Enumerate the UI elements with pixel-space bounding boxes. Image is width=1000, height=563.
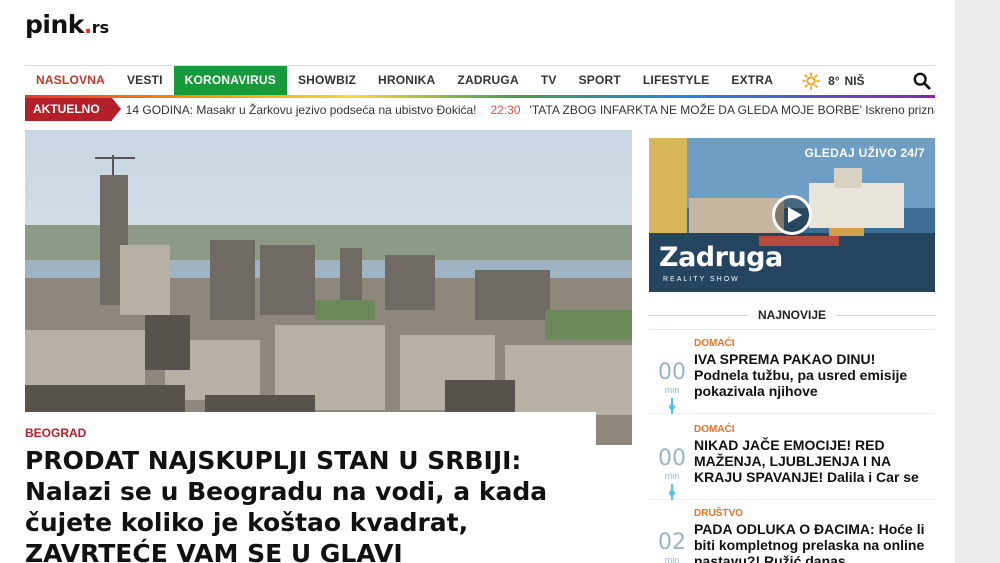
nav-item-lifestyle[interactable]: LIFESTYLE (632, 66, 720, 95)
hero-image[interactable] (25, 130, 632, 445)
nav-item-naslovna[interactable]: NASLOVNA (25, 66, 116, 95)
logo-dot: . (83, 14, 92, 39)
news-unit: min (664, 555, 680, 563)
news-time: 02 min (649, 532, 695, 563)
weather-temperature: 8° (828, 73, 840, 88)
news-minutes: 00 (658, 446, 686, 471)
ticker-item[interactable]: 'TATA ZBOG INFARKTA NE MOŽE DA GLEDA MOJ… (530, 103, 935, 117)
news-time: 00 min (649, 360, 695, 396)
site-logo[interactable]: pink.rs (25, 10, 109, 39)
sun-icon (802, 71, 820, 90)
zadruga-live-banner[interactable]: GLEDAJ UŽIVO 24/7 Zadruga REALITY SHOW (649, 138, 935, 292)
news-ticker: AKTUELNO 14 GODINA: Masakr u Žarkovu jez… (25, 98, 935, 121)
weather-city: NIŠ (844, 73, 865, 88)
latest-header: NAJNOVIJE (649, 300, 935, 330)
timeline-dot (669, 404, 675, 410)
nav-item-extra[interactable]: EXTRA (720, 66, 784, 95)
nav-item-zadruga[interactable]: ZADRUGA (446, 66, 529, 95)
list-item[interactable]: 02 min DRUŠTVO PADA ODLUKA O ĐACIMA: Hoć… (649, 506, 935, 563)
ticker-time: 22:30 (490, 102, 521, 117)
news-title[interactable]: NIKAD JAČE EMOCIJE! RED MAŽENJA, LJUBLJE… (694, 437, 930, 485)
ticker-label: AKTUELNO (25, 98, 121, 121)
nav-item-koronavirus[interactable]: KORONAVIRUS (173, 66, 287, 95)
latest-title: NAJNOVIJE (747, 308, 837, 322)
news-title[interactable]: IVA SPREMA PAKAO DINU! Podnela tužbu, pa… (694, 351, 930, 399)
play-icon[interactable] (772, 195, 812, 235)
hero-headline[interactable]: PRODAT NAJSKUPLJI STAN U SRBIJI: Nalazi … (25, 445, 585, 563)
list-item[interactable]: 00 min DOMAĆI NIKAD JAČE EMOCIJE! RED MA… (649, 422, 935, 500)
live-label: GLEDAJ UŽIVO 24/7 (804, 146, 925, 160)
logo-tld: rs (91, 18, 110, 37)
news-minutes: 00 (658, 360, 686, 385)
news-title[interactable]: PADA ODLUKA O ĐACIMA: Hoće li biti kompl… (694, 521, 930, 563)
timeline-dot (669, 490, 675, 496)
nav-item-vesti[interactable]: VESTI (116, 66, 174, 95)
news-minutes: 02 (658, 530, 686, 555)
news-time: 00 min (649, 446, 695, 482)
weather-widget[interactable]: 8° NIŠ (802, 71, 865, 90)
hero-card[interactable]: BEOGRAD PRODAT NAJSKUPLJI STAN U SRBIJI:… (25, 412, 596, 563)
news-category[interactable]: DOMAĆI (694, 424, 735, 435)
nav-item-sport[interactable]: SPORT (568, 66, 632, 95)
news-unit: min (664, 471, 680, 481)
news-category[interactable]: DOMAĆI (694, 338, 735, 349)
search-icon[interactable] (913, 72, 931, 90)
logo-main: pink (25, 10, 84, 39)
news-unit: min (664, 385, 680, 395)
promo-brand-sub: REALITY SHOW (663, 276, 740, 283)
ticker-item[interactable]: 14 GODINA: Masakr u Žarkovu jezivo podse… (126, 103, 477, 117)
nav-item-showbiz[interactable]: SHOWBIZ (287, 66, 367, 95)
promo-brand: Zadruga (659, 242, 783, 273)
nav-item-hronika[interactable]: HRONIKA (367, 66, 446, 95)
divider (649, 329, 935, 330)
main-nav: NASLOVNA VESTI KORONAVIRUS SHOWBIZ HRONI… (25, 65, 935, 95)
nav-item-tv[interactable]: TV (530, 66, 568, 95)
hero-category[interactable]: BEOGRAD (25, 426, 86, 440)
page: pink.rs NASLOVNA VESTI KORONAVIRUS SHOWB… (0, 0, 955, 563)
news-category[interactable]: DRUŠTVO (694, 508, 743, 519)
list-item[interactable]: 00 min DOMAĆI IVA SPREMA PAKAO DINU! Pod… (649, 336, 935, 414)
